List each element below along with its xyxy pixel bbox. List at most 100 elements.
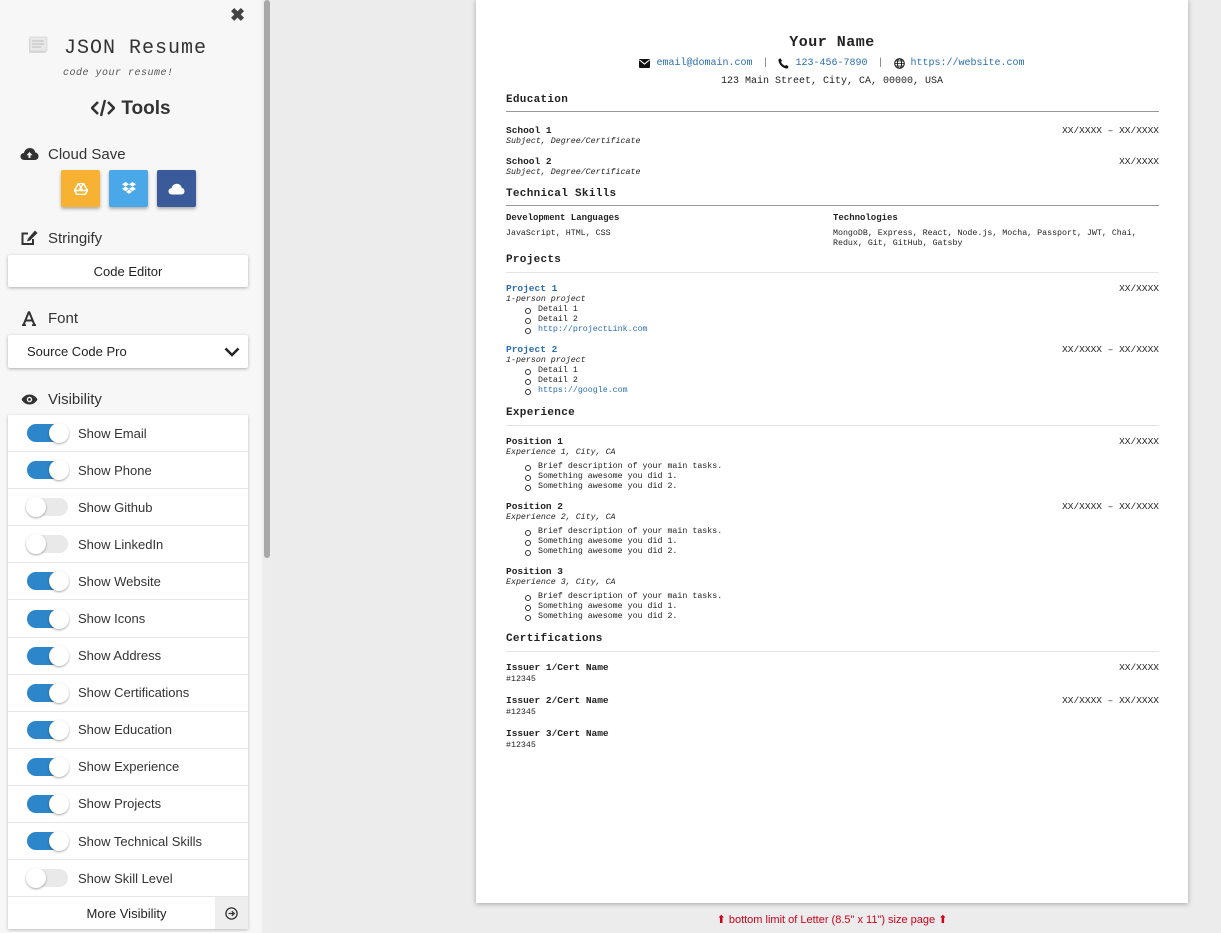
skills-column-text: JavaScript, HTML, CSS (506, 229, 611, 238)
project-detail-list: Detail 1 Detail 2 http://projectLink.com (524, 305, 648, 335)
toggle-switch[interactable] (27, 571, 69, 592)
visibility-list: Show Email Show Phone Show Github Show Link… (8, 415, 248, 930)
visibility-toggle-label: Show Address (78, 648, 162, 664)
experience-bullet: Something awesome you did 1. (524, 537, 722, 547)
skills-heading: Technical Skills (506, 188, 617, 200)
visibility-toggle-row[interactable]: Show Technical Skills (8, 823, 248, 861)
certification-id: #12345 (506, 741, 536, 750)
resume-phone-link[interactable]: 123-456-7890 (795, 58, 867, 69)
visibility-toggle-row[interactable]: Show Education (8, 712, 248, 749)
visibility-toggle-row[interactable]: Show LinkedIn (8, 526, 248, 564)
visibility-toggle-row[interactable]: Show Projects (8, 786, 248, 824)
experience-bullet: Brief description of your main tasks. (524, 462, 722, 472)
dropbox-button[interactable] (109, 170, 148, 207)
cloud-upload-icon (19, 145, 39, 163)
education-heading: Education (506, 94, 569, 106)
certification-id: #12345 (506, 675, 536, 684)
more-visibility-row[interactable]: More Visibility (8, 897, 248, 930)
toggle-switch[interactable] (27, 645, 69, 666)
project-name-link[interactable]: Project 1 (506, 283, 557, 294)
certification-date: XX/XXXX – XX/XXXX (1062, 695, 1159, 706)
experience-bullet: Brief description of your main tasks. (524, 527, 722, 537)
cloud-save-heading: Cloud Save (19, 145, 126, 163)
experience-position: Position 3 (506, 566, 564, 577)
visibility-toggle-row[interactable]: Show Email (8, 415, 248, 453)
experience-bullet: Something awesome you did 1. (524, 602, 722, 612)
project-name-link[interactable]: Project 2 (506, 344, 557, 355)
phone-icon (778, 58, 790, 69)
code-editor-button[interactable]: Code Editor (8, 255, 248, 287)
toggle-switch[interactable] (27, 793, 69, 814)
project-detail-list: Detail 1 Detail 2 https://google.com (524, 366, 628, 396)
visibility-toggle-row[interactable]: Show Address (8, 638, 248, 675)
toggle-switch[interactable] (27, 831, 69, 852)
font-select[interactable]: Source Code Pro (8, 335, 248, 368)
toggle-switch[interactable] (27, 719, 69, 740)
toggle-switch[interactable] (26, 868, 68, 889)
app-title: JSON Resume (64, 37, 208, 60)
toggle-switch[interactable] (27, 460, 69, 481)
cloud-button[interactable] (157, 170, 196, 207)
certifications-heading: Certifications (506, 633, 603, 645)
experience-heading: Experience (506, 407, 576, 419)
close-sidebar-button[interactable]: ✖ (230, 6, 245, 24)
experience-bullet: Something awesome you did 2. (524, 612, 722, 622)
visibility-toggle-row[interactable]: Show Icons (8, 600, 248, 638)
skills-column-text: MongoDB, Express, React, Node.js, Mocha,… (833, 229, 1137, 248)
toggle-switch[interactable] (26, 497, 68, 518)
edit-icon (19, 229, 39, 247)
visibility-toggle-row[interactable]: Show Github (8, 489, 248, 527)
certification-name: Issuer 1/Cert Name (506, 662, 609, 673)
visibility-toggle-label: Show LinkedIn (78, 536, 164, 552)
toggle-knob (49, 645, 69, 666)
section-divider (506, 272, 1159, 273)
section-divider (506, 651, 1159, 652)
visibility-toggle-row[interactable]: Show Skill Level (8, 860, 248, 898)
education-degree: Subject, Degree/Certificate (506, 168, 641, 177)
scrollbar-thumb[interactable] (264, 0, 270, 558)
education-date: XX/XXXX (1119, 156, 1159, 167)
experience-bullet: Something awesome you did 2. (524, 482, 722, 492)
toggle-switch[interactable] (27, 682, 69, 703)
google-drive-button[interactable] (61, 170, 100, 207)
visibility-toggle-row[interactable]: Show Certifications (8, 675, 248, 712)
section-divider (506, 425, 1159, 426)
experience-company: Experience 2, City, CA (506, 513, 616, 522)
toggle-switch[interactable] (26, 534, 68, 555)
skills-column-heading: Development Languages (506, 213, 620, 223)
toggle-knob (49, 682, 69, 703)
resume-name: Your Name (789, 34, 875, 51)
font-select-value: Source Code Pro (27, 344, 127, 359)
experience-date: XX/XXXX (1119, 436, 1159, 447)
toggle-switch[interactable] (27, 423, 69, 444)
visibility-toggle-label: Show Experience (78, 759, 180, 775)
toggle-knob (49, 719, 69, 740)
resume-website-link[interactable]: https://website.com (911, 58, 1025, 69)
project-subtitle: 1-person project (506, 295, 586, 304)
toggle-switch[interactable] (27, 608, 69, 629)
project-detail: Detail 2 (524, 315, 648, 325)
visibility-toggle-row[interactable]: Show Experience (8, 749, 248, 786)
visibility-label: Visibility (48, 390, 102, 408)
toggle-knob (26, 868, 46, 889)
google-drive-icon (73, 182, 88, 195)
toggle-knob (49, 756, 69, 777)
paper-stack-icon (29, 36, 48, 53)
toggle-knob (49, 460, 69, 481)
sidebar: ✖ JSON Resume code your resume! Tools Cl… (0, 0, 262, 933)
toggle-knob (26, 534, 46, 555)
resume-email-link[interactable]: email@domain.com (656, 58, 752, 69)
visibility-toggle-row[interactable]: Show Phone (8, 452, 248, 490)
project-link[interactable]: https://google.com (524, 386, 628, 396)
cloud-save-label: Cloud Save (48, 145, 126, 163)
cloud-icon (168, 183, 185, 194)
visibility-toggle-label: Show Certifications (78, 685, 190, 701)
visibility-toggle-label: Show Github (78, 499, 153, 515)
arrow-right-circle-icon[interactable] (215, 897, 248, 930)
toggle-switch[interactable] (27, 756, 69, 777)
project-link[interactable]: http://projectLink.com (524, 325, 648, 335)
sidebar-scrollbar[interactable] (262, 0, 272, 933)
visibility-toggle-label: Show Website (78, 573, 161, 589)
experience-bullet-list: Brief description of your main tasks. Som… (524, 527, 722, 557)
visibility-toggle-row[interactable]: Show Website (8, 563, 248, 601)
